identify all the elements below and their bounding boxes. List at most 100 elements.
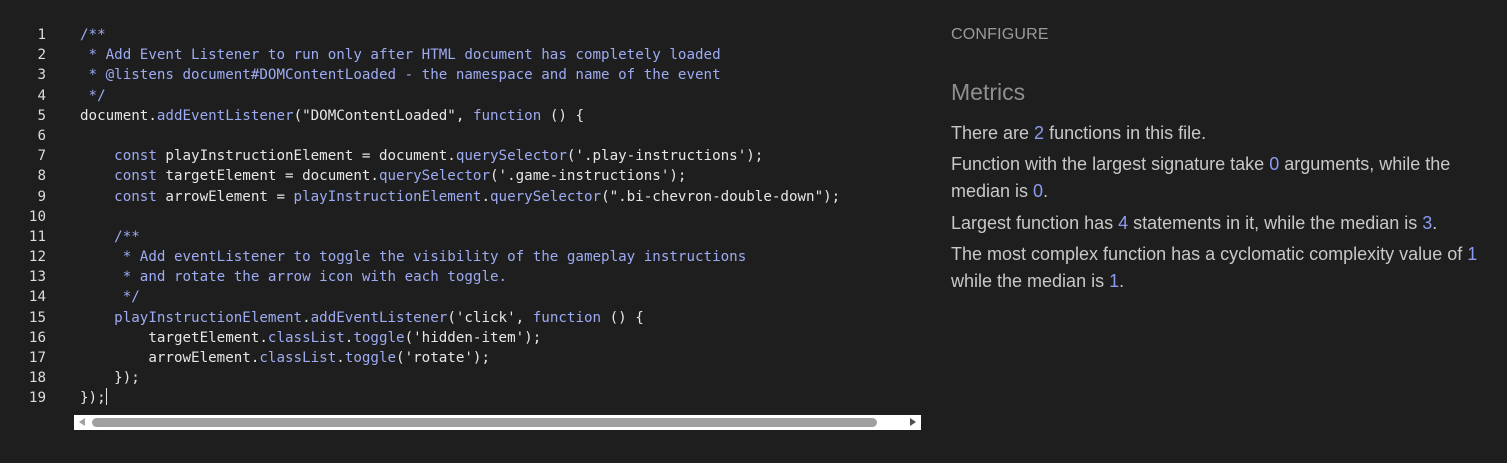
- line-number: 12: [28, 249, 46, 266]
- code-token: .: [481, 188, 491, 205]
- line-number: 10: [28, 208, 46, 225]
- line-number: 5: [37, 107, 46, 124]
- code-token: toggle: [353, 329, 405, 346]
- metric-value: 0: [1033, 181, 1044, 201]
- metric-item: Largest function has 4 statements in it,…: [951, 210, 1481, 237]
- text-cursor: [105, 388, 107, 406]
- code-token: toggle: [344, 350, 397, 366]
- metric-text: .: [1043, 181, 1049, 201]
- line-number: 9: [37, 188, 46, 205]
- line-number: 16: [28, 329, 46, 346]
- code-line: 11 /**: [0, 227, 921, 247]
- metrics-heading: Metrics: [951, 79, 1026, 105]
- configure-link[interactable]: CONFIGURE: [951, 26, 1049, 44]
- metric-text: functions in this file.: [1044, 123, 1207, 143]
- code-line: 9 const arrowElement = playInstructionEl…: [0, 187, 921, 207]
- code-token: });: [80, 390, 106, 407]
- code-token: querySelector: [455, 148, 567, 165]
- code-token: arrowElement.: [80, 350, 260, 366]
- code-token: * @listens document#DOMContentLoaded - t…: [80, 67, 721, 84]
- line-number: 18: [28, 370, 46, 387]
- line-number: 14: [28, 289, 46, 306]
- code-token: (".bi-chevron-double-down");: [601, 188, 841, 205]
- code-line: 18 });: [0, 368, 921, 388]
- code-text: document.addEventListener("DOMContentLoa…: [80, 106, 584, 126]
- code-text: const targetElement = document.querySele…: [80, 166, 686, 186]
- code-token: playInstructionElement: [80, 309, 303, 326]
- metric-text: while the median is: [951, 271, 1110, 291]
- metric-value: 2: [1034, 123, 1045, 143]
- code-text: playInstructionElement.addEventListener(…: [80, 308, 644, 328]
- line-number: 8: [37, 168, 46, 185]
- code-text: * and rotate the arrow icon with each to…: [80, 267, 507, 287]
- code-editor[interactable]: 1 /** 2 * Add Event Listener to run only a…: [0, 25, 921, 409]
- code-token: /**: [80, 27, 106, 43]
- line-number: 6: [37, 127, 46, 144]
- code-token: const: [80, 188, 166, 205]
- metric-text: The most complex function has a cyclomat…: [951, 244, 1468, 264]
- code-text: /**: [80, 227, 140, 247]
- metric-value: 1: [1467, 244, 1478, 264]
- code-token: });: [80, 370, 140, 387]
- code-token: ('.game-instructions');: [490, 168, 687, 185]
- code-token: .: [336, 350, 345, 366]
- scroll-right-arrow-icon[interactable]: [910, 418, 916, 426]
- code-token: arrowElement =: [165, 188, 294, 205]
- code-token: querySelector: [378, 168, 491, 185]
- metric-item: There are 2 functions in this file.: [951, 120, 1481, 147]
- code-token: targetElement.: [80, 329, 268, 346]
- code-token: classList: [267, 329, 345, 346]
- code-token: targetElement = document.: [165, 168, 379, 185]
- code-text: */: [80, 287, 140, 307]
- code-text: * @listens document#DOMContentLoaded - t…: [80, 65, 721, 85]
- jshint-page: 1 /** 2 * Add Event Listener to run only a…: [0, 0, 1507, 463]
- line-number: 2: [37, 47, 46, 64]
- line-number: 11: [28, 228, 46, 245]
- code-line: 2 * Add Event Listener to run only after…: [0, 45, 921, 65]
- metric-text: statements in it, while the median is: [1128, 213, 1423, 233]
- code-token: .: [302, 309, 311, 326]
- code-line: 19});: [0, 388, 921, 408]
- code-line: 4 */: [0, 86, 921, 106]
- code-token: classList: [259, 350, 337, 366]
- code-line: 3 * @listens document#DOMContentLoaded -…: [0, 65, 921, 85]
- code-token: ('hidden-item');: [404, 329, 542, 346]
- code-line: 1 /**: [0, 25, 921, 45]
- code-token: querySelector: [490, 188, 602, 205]
- metric-value: 1: [1109, 271, 1120, 291]
- code-line: 6: [0, 126, 921, 146]
- scroll-left-arrow-icon[interactable]: [79, 418, 85, 426]
- line-number: 15: [28, 309, 46, 326]
- code-token: const: [80, 168, 166, 185]
- code-token: () {: [601, 309, 644, 326]
- metric-item: Function with the largest signature take…: [951, 151, 1481, 205]
- code-token: * and rotate the arrow icon with each to…: [80, 269, 508, 286]
- code-token: ('.play-instructions');: [566, 148, 764, 165]
- code-text: });: [80, 368, 140, 388]
- code-text: targetElement.classList.toggle('hidden-i…: [80, 328, 541, 348]
- metric-text: Function with the largest signature take: [951, 154, 1270, 174]
- code-line: 12 * Add eventListener to toggle the vis…: [0, 247, 921, 267]
- code-token: ("DOMContentLoaded",: [293, 107, 473, 124]
- code-token: document: [80, 107, 149, 124]
- line-number: 3: [37, 67, 46, 84]
- code-text: });: [80, 388, 107, 408]
- metric-value: 0: [1269, 154, 1280, 174]
- code-line: 8 const targetElement = document.querySe…: [0, 166, 921, 186]
- horizontal-scrollbar[interactable]: [74, 415, 921, 430]
- code-text: */: [80, 86, 106, 106]
- code-token: addEventListener: [156, 107, 294, 124]
- code-line: 13 * and rotate the arrow icon with each…: [0, 267, 921, 287]
- metric-text: .: [1119, 271, 1125, 291]
- code-line: 14 */: [0, 287, 921, 307]
- code-line: 17 arrowElement.classList.toggle('rotate…: [0, 348, 921, 368]
- metric-value: 3: [1422, 213, 1433, 233]
- code-text: arrowElement.classList.toggle('rotate');: [80, 348, 490, 368]
- scrollbar-thumb[interactable]: [92, 418, 877, 427]
- code-line: 5 document.addEventListener("DOMContentLo…: [0, 106, 921, 126]
- metric-text: .: [1432, 213, 1438, 233]
- code-token: /**: [80, 228, 140, 245]
- code-text: * Add Event Listener to run only after H…: [80, 45, 721, 65]
- code-token: const: [80, 148, 166, 165]
- code-token: */: [80, 289, 140, 306]
